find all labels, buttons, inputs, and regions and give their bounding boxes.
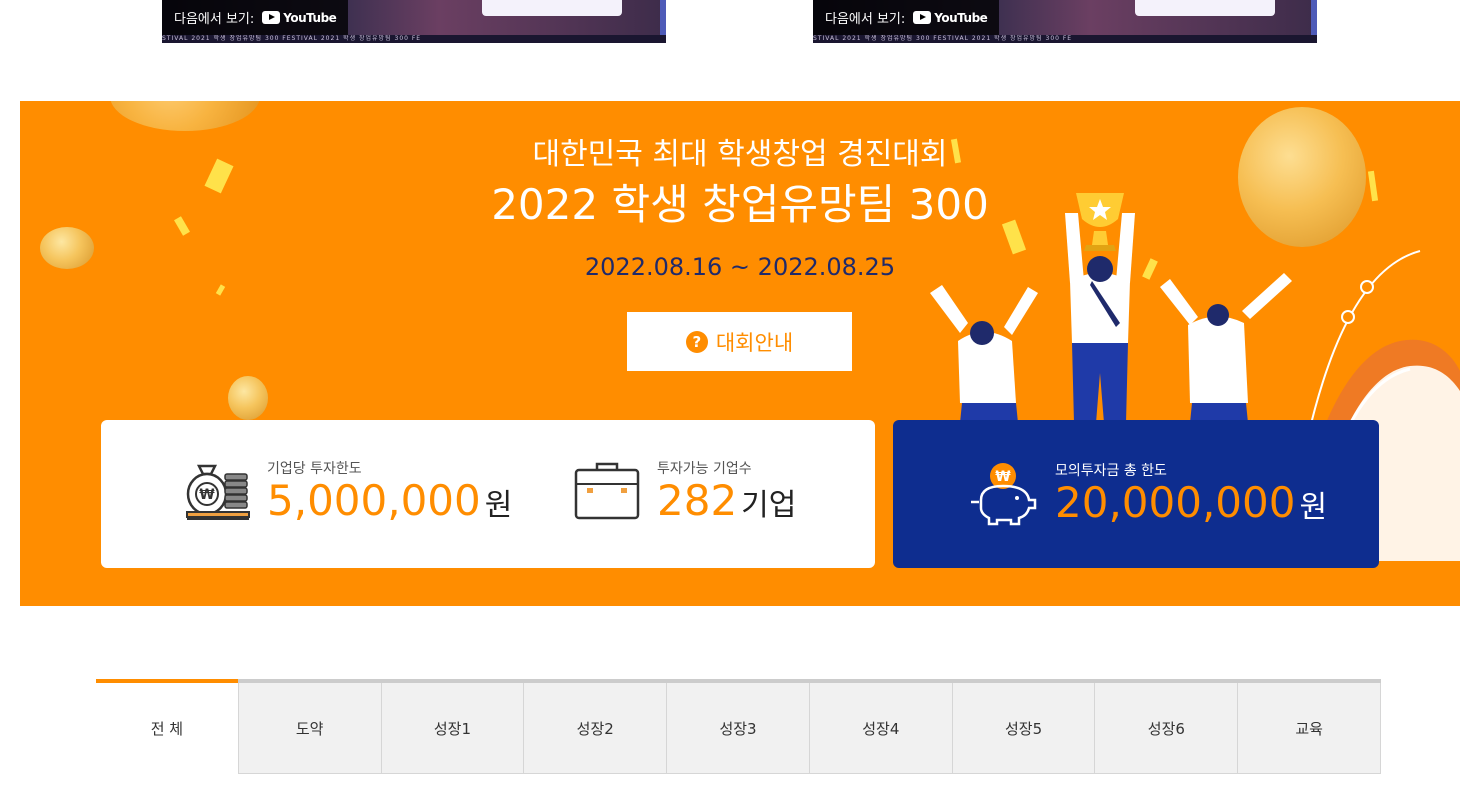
video-sign: [1135, 0, 1275, 16]
investment-stats-card: ₩ 기업당 투자한도 5,000,000 원 투자가능 기업수 282 기업: [101, 420, 875, 568]
question-icon: ?: [685, 330, 708, 353]
stat-value: 282: [657, 476, 738, 525]
tab-growth-4[interactable]: 성장4: [809, 683, 953, 774]
stat-unit: 원: [484, 488, 513, 523]
video-strip: STIVAL 2021 학생 창업유망팀 300 FESTIVAL 2021 학…: [813, 35, 1317, 43]
stat-value: 5,000,000: [267, 476, 481, 525]
confetti-decoration: [215, 284, 226, 296]
coin-decoration: [110, 101, 260, 131]
briefcase-icon: [574, 462, 640, 520]
category-tabs: 전 체 도약 성장1 성장2 성장3 성장4 성장5 성장6 교육: [96, 679, 1382, 774]
stat-unit: 기업: [741, 488, 797, 523]
contest-info-button[interactable]: ? 대회안내: [627, 312, 852, 371]
watch-label: 다음에서 보기:: [825, 12, 906, 27]
youtube-logo: YouTube: [262, 10, 337, 25]
hero-banner: 대한민국 최대 학생창업 경진대회 2022 학생 창업유망팀 300 2022…: [20, 101, 1460, 606]
youtube-play-icon: [262, 11, 281, 24]
youtube-play-icon: [913, 11, 932, 24]
money-bag-icon: ₩: [186, 464, 250, 520]
tab-education[interactable]: 교육: [1238, 683, 1382, 774]
youtube-brand: YouTube: [934, 10, 988, 25]
tab-growth-2[interactable]: 성장2: [524, 683, 668, 774]
stat-investment-limit: ₩ 기업당 투자한도 5,000,000 원: [185, 458, 512, 524]
tab-growth-3[interactable]: 성장3: [667, 683, 810, 774]
banner-title: 2022 학생 창업유망팀 300: [491, 180, 989, 229]
tab-growth-1[interactable]: 성장1: [381, 683, 525, 774]
event-date: 2022.08.16 ~ 2022.08.25: [584, 253, 896, 281]
piggy-bank-icon: ₩: [971, 463, 1037, 526]
watch-on-youtube[interactable]: 다음에서 보기: YouTube: [162, 0, 348, 35]
tab-growth-5[interactable]: 성장5: [952, 683, 1096, 774]
video-thumbnail-2[interactable]: STIVAL 2021 학생 창업유망팀 300 FESTIVAL 2021 학…: [813, 0, 1317, 43]
stat-label: 모의투자금 총 한도: [1055, 463, 1167, 479]
banner-subtitle: 대한민국 최대 학생창업 경진대회: [532, 137, 948, 172]
stat-value: 20,000,000: [1055, 478, 1296, 527]
stat-mock-investment-total: ₩ 모의투자금 총 한도 20,000,000 원: [969, 460, 1327, 526]
tab-growth-6[interactable]: 성장6: [1095, 683, 1239, 774]
video-sign: [482, 0, 622, 16]
mock-investment-card: ₩ 모의투자금 총 한도 20,000,000 원: [893, 420, 1379, 568]
watch-label: 다음에서 보기:: [174, 12, 255, 27]
coin-decoration: [228, 376, 268, 420]
youtube-brand: YouTube: [283, 10, 337, 25]
tab-all[interactable]: 전 체: [96, 679, 239, 774]
stat-company-count: 투자가능 기업수 282 기업: [573, 458, 796, 524]
stat-label: 기업당 투자한도: [267, 461, 362, 477]
video-strip: STIVAL 2021 학생 창업유망팀 300 FESTIVAL 2021 학…: [162, 35, 666, 43]
stat-unit: 원: [1299, 490, 1328, 525]
youtube-logo: YouTube: [913, 10, 988, 25]
stat-label: 투자가능 기업수: [657, 461, 752, 477]
svg-text:₩: ₩: [995, 469, 1011, 485]
video-thumbnail-1[interactable]: STIVAL 2021 학생 창업유망팀 300 FESTIVAL 2021 학…: [162, 0, 666, 43]
svg-text:₩: ₩: [199, 487, 215, 503]
contest-info-label: 대회안내: [715, 330, 794, 355]
watch-on-youtube[interactable]: 다음에서 보기: YouTube: [813, 0, 999, 35]
tab-leap[interactable]: 도약: [238, 683, 382, 774]
